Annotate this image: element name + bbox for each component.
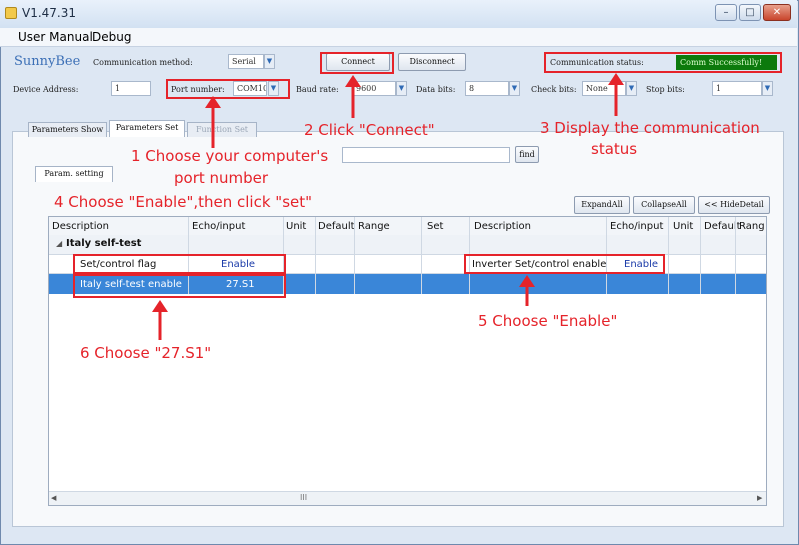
annotation-step3-line1: 3 Display the communication bbox=[540, 119, 760, 137]
annotation-step5: 5 Choose "Enable" bbox=[478, 312, 618, 330]
annotation-step1-line2: port number bbox=[174, 169, 269, 187]
annotation-arrows bbox=[152, 73, 624, 340]
arrow-status-head bbox=[608, 73, 624, 85]
arrow-27s1-head bbox=[152, 300, 168, 312]
arrow-enable-right-head bbox=[519, 275, 535, 287]
annotation-step1-line1: 1 Choose your computer's bbox=[131, 147, 329, 165]
annotation-step4: 4 Choose "Enable",then click "set" bbox=[54, 193, 313, 211]
arrow-connect-head bbox=[345, 75, 361, 87]
annotation-step2: 2 Click "Connect" bbox=[304, 121, 435, 139]
arrow-port-head bbox=[205, 96, 221, 108]
annotation-step3-line2: status bbox=[591, 140, 638, 158]
annotation-step6: 6 Choose "27.S1" bbox=[80, 344, 212, 362]
